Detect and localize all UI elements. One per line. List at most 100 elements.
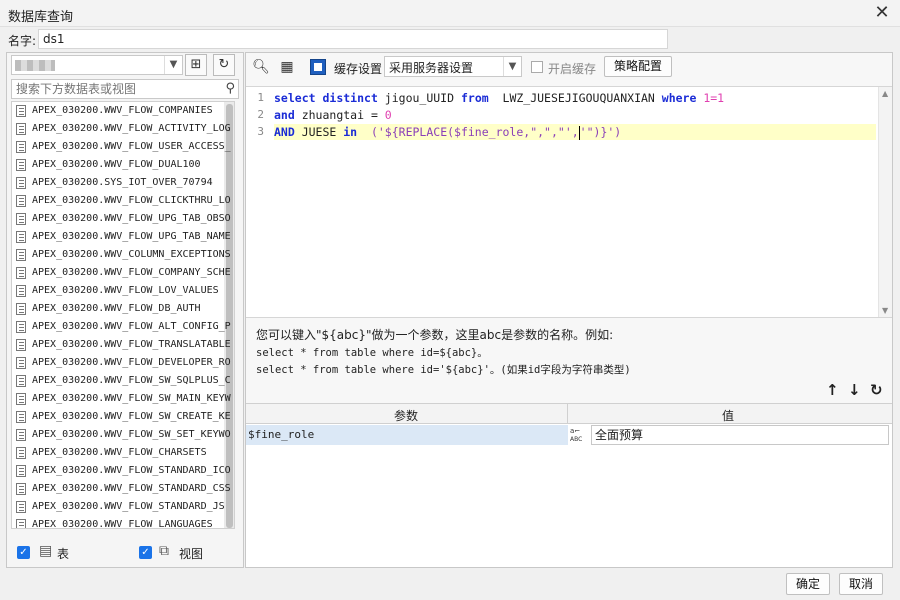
list-item[interactable]: APEX_030200.WWV_FLOW_LOV_VALUES — [12, 282, 234, 300]
line-number: 2 — [257, 108, 264, 121]
enable-cache-checkbox[interactable] — [531, 61, 543, 73]
table-name: APEX_030200.WWV_FLOW_SW_SET_KEYWO — [32, 429, 231, 440]
table-row[interactable]: $fine_role a⌐ ABC 全面预算 — [246, 425, 892, 445]
search-icon[interactable]: ⚲ — [225, 81, 235, 96]
refresh-button[interactable]: ↻ — [213, 54, 235, 76]
string-type-icon[interactable]: a⌐ ABC — [569, 426, 589, 444]
list-item[interactable]: APEX_030200.WWV_COLUMN_EXCEPTIONS — [12, 246, 234, 264]
cache-mode-select[interactable]: 采用服务器设置 ▼ — [384, 56, 522, 77]
table-icon — [16, 105, 26, 117]
parameter-table: 参数 值 $fine_role a⌐ ABC 全面预算 — [246, 403, 892, 567]
table-icon — [16, 141, 26, 153]
table-search[interactable]: ⚲ — [11, 79, 239, 99]
table-icon — [16, 411, 26, 423]
arrow-down-icon[interactable]: ↓ — [848, 381, 861, 399]
code-token: JUESE — [294, 125, 344, 139]
table-name: APEX_030200.WWV_FLOW_SW_MAIN_KEYW — [32, 393, 231, 404]
list-item[interactable]: APEX_030200.WWV_FLOW_TRANSLATABLE — [12, 336, 234, 354]
ok-button[interactable]: 确定 — [786, 573, 830, 595]
table-name: APEX_030200.WWV_FLOW_CHARSETS — [32, 447, 207, 458]
list-item[interactable]: APEX_030200.WWV_FLOW_CLICKTHRU_LO — [12, 192, 234, 210]
list-item[interactable]: APEX_030200.WWV_FLOW_UPG_TAB_NAME — [12, 228, 234, 246]
show-views-checkbox[interactable]: ✓ — [139, 546, 152, 559]
list-item[interactable]: APEX_030200.WWV_FLOW_SW_CREATE_KE — [12, 408, 234, 426]
code-line[interactable]: and zhuangtai = 0 — [274, 107, 876, 123]
refresh-params-icon[interactable]: ↻ — [870, 381, 883, 399]
table-preview-icon: ⊞ — [190, 57, 202, 72]
name-row: 名字: ds1 — [0, 27, 900, 51]
table-name: APEX_030200.WWV_FLOW_COMPANIES — [32, 105, 213, 116]
title-bar: 数据库查询 ✕ — [0, 0, 900, 27]
list-item[interactable]: APEX_030200.WWV_FLOW_ACTIVITY_LOG — [12, 120, 234, 138]
connection-name-redacted — [15, 60, 55, 71]
preview-icon[interactable]: 🔍︎ — [252, 58, 270, 76]
list-item[interactable]: APEX_030200.WWV_FLOW_DEVELOPER_RO — [12, 354, 234, 372]
table-icon — [16, 393, 26, 405]
param-name[interactable]: $fine_role — [246, 425, 568, 445]
window-title: 数据库查询 — [8, 10, 74, 25]
scroll-up-icon[interactable]: ▲ — [882, 89, 888, 98]
show-tables-checkbox[interactable]: ✓ — [17, 546, 30, 559]
table-icon — [16, 159, 26, 171]
table-icon — [16, 429, 26, 441]
code-token: select — [274, 91, 316, 105]
code-token: AND — [274, 125, 295, 139]
editor-scrollbar[interactable]: ▲ ▼ — [878, 87, 892, 317]
table-icon — [16, 195, 26, 207]
cancel-button[interactable]: 取消 — [839, 573, 883, 595]
list-item[interactable]: APEX_030200.WWV_FLOW_STANDARD_JS — [12, 498, 234, 516]
close-icon[interactable]: ✕ — [872, 3, 892, 23]
table-name: APEX_030200.WWV_FLOW_DEVELOPER_RO — [32, 357, 231, 368]
code-line[interactable]: select distinct jigou_UUID from LWZ_JUES… — [274, 90, 876, 106]
strategy-config-button[interactable]: 策略配置 — [604, 56, 672, 77]
chevron-down-icon[interactable]: ▼ — [503, 57, 521, 76]
table-name: APEX_030200.WWV_FLOW_CLICKTHRU_LO — [32, 195, 231, 206]
list-item[interactable]: APEX_030200.WWV_FLOW_SW_MAIN_KEYW — [12, 390, 234, 408]
param-value-input[interactable]: 全面预算 — [591, 425, 889, 445]
line-number: 1 — [257, 91, 264, 104]
list-item[interactable]: APEX_030200.WWV_FLOW_STANDARD_ICO — [12, 462, 234, 480]
name-input[interactable]: ds1 — [38, 29, 668, 49]
table-icon — [16, 483, 26, 495]
table-name: APEX_030200.SYS_IOT_OVER_70794 — [32, 177, 213, 188]
table-name: APEX_030200.WWV_FLOW_UPG_TAB_OBSO — [32, 213, 231, 224]
list-item[interactable]: APEX_030200.WWV_FLOW_USER_ACCESS_ — [12, 138, 234, 156]
list-item[interactable]: APEX_030200.WWV_FLOW_UPG_TAB_OBSO — [12, 210, 234, 228]
scroll-down-icon[interactable]: ▼ — [882, 306, 888, 315]
print-icon[interactable]: ▦ — [278, 58, 296, 76]
list-item[interactable]: APEX_030200.WWV_FLOW_LANGUAGES — [12, 516, 234, 528]
list-item[interactable]: APEX_030200.WWV_FLOW_ALT_CONFIG_P — [12, 318, 234, 336]
list-item[interactable]: APEX_030200.WWV_FLOW_CHARSETS — [12, 444, 234, 462]
preview-table-button[interactable]: ⊞ — [185, 54, 207, 76]
arrow-up-icon[interactable]: ↑ — [826, 381, 839, 399]
list-item[interactable]: APEX_030200.WWV_FLOW_COMPANIES — [12, 102, 234, 120]
header-value: 值 — [721, 409, 734, 423]
list-item[interactable]: APEX_030200.WWV_FLOW_SW_SET_KEYWO — [12, 426, 234, 444]
table-name: APEX_030200.WWV_FLOW_USER_ACCESS_ — [32, 141, 231, 152]
code-token: 0 — [384, 108, 392, 122]
list-item[interactable]: APEX_030200.WWV_FLOW_STANDARD_CSS — [12, 480, 234, 498]
list-item[interactable]: APEX_030200.WWV_FLOW_DB_AUTH — [12, 300, 234, 318]
table-name: APEX_030200.WWV_FLOW_STANDARD_JS — [32, 501, 225, 512]
list-item[interactable]: APEX_030200.WWV_FLOW_COMPANY_SCHE — [12, 264, 234, 282]
list-item[interactable]: APEX_030200.SYS_IOT_OVER_70794 — [12, 174, 234, 192]
table-icon — [16, 303, 26, 315]
code-line[interactable]: AND JUESE in ('${REPLACE($fine_role,",",… — [274, 124, 876, 140]
query-toolbar: 🔍︎ ▦ 缓存设置 采用服务器设置 ▼ 开启缓存 策略配置 — [246, 53, 892, 81]
table-icon — [16, 231, 26, 243]
table-icon — [16, 465, 26, 477]
table-icon — [16, 375, 26, 387]
table-icon — [16, 519, 26, 528]
table-name: APEX_030200.WWV_FLOW_SW_SQLPLUS_C — [32, 375, 231, 386]
chevron-down-icon[interactable]: ▼ — [164, 56, 182, 74]
code-token: zhuangtai = — [294, 108, 385, 122]
code-token: in — [343, 125, 358, 139]
cache-settings-icon[interactable] — [310, 59, 326, 75]
type-icon-label: ABC — [570, 436, 582, 443]
list-item[interactable]: APEX_030200.WWV_FLOW_SW_SQLPLUS_C — [12, 372, 234, 390]
sql-editor[interactable]: 1 2 3 ▲ ▼ select distinct jigou_UUID from … — [246, 86, 892, 318]
list-item[interactable]: APEX_030200.WWV_FLOW_DUAL100 — [12, 156, 234, 174]
table-search-input[interactable] — [12, 80, 212, 98]
connection-select[interactable]: ▼ — [11, 55, 183, 75]
table-browser-panel: ▼ ⊞ ↻ ⚲ APEX_030200.WWV_FLOW_COMPANIES AP… — [6, 52, 244, 568]
